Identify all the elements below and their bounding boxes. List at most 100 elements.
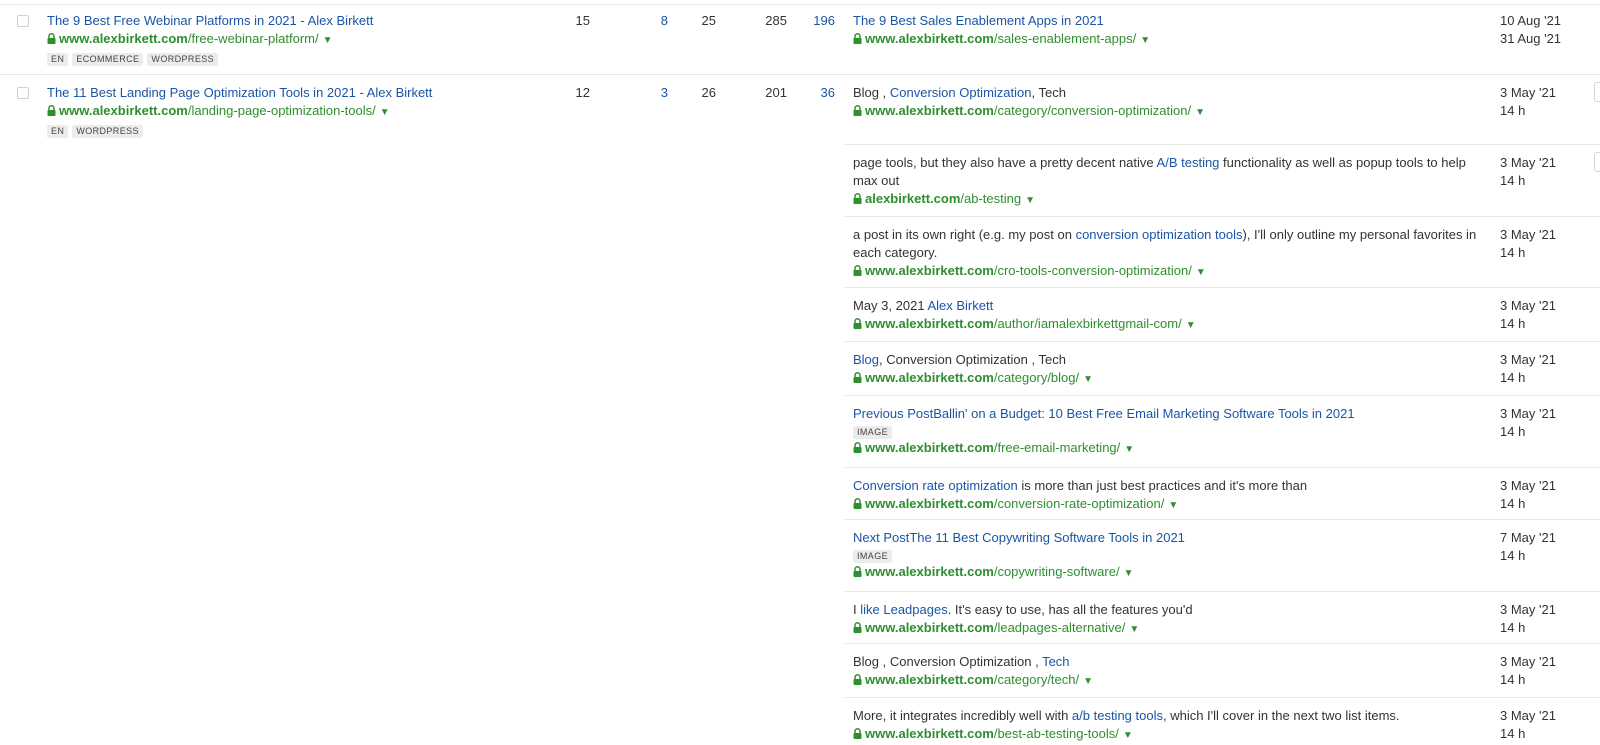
anchor-context: , which I'll cover in the next two list …	[1162, 708, 1400, 723]
lock-icon	[853, 318, 862, 329]
target-url[interactable]: www.alexbirkett.com/copywriting-software…	[853, 563, 1133, 583]
url-path: /free-email-marketing/	[993, 440, 1121, 455]
metric-links[interactable]: 36	[795, 84, 835, 102]
row-action-button[interactable]	[1594, 82, 1600, 102]
tag-badge: WORDPRESS	[72, 125, 143, 138]
anchor-context: page tools, but they also have a pretty …	[853, 155, 1157, 170]
url-domain: alexbirkett.com	[865, 191, 961, 206]
url-domain: www.alexbirkett.com	[865, 620, 994, 635]
first-seen-date: 3 May '21	[1500, 298, 1556, 313]
url-path: /copywriting-software/	[993, 564, 1120, 579]
lock-icon	[853, 193, 862, 204]
anchor-link[interactable]: a/b testing tools	[1072, 708, 1163, 723]
anchor-context: . It's easy to use, has all the features…	[947, 602, 1193, 617]
anchor-link[interactable]: The 9 Best Sales Enablement Apps in 2021	[853, 13, 1104, 28]
dropdown-caret-icon[interactable]: ▼	[1195, 104, 1205, 122]
dropdown-caret-icon[interactable]: ▼	[380, 104, 390, 122]
anchor-text: Blog , Conversion Optimization, Tech	[853, 84, 1478, 102]
url-path: /sales-enablement-apps/	[993, 31, 1137, 46]
anchor-context: Blog ,	[853, 85, 890, 100]
dropdown-caret-icon[interactable]: ▼	[1140, 32, 1150, 50]
lock-icon	[853, 265, 862, 276]
anchor-context: , Tech	[1031, 85, 1066, 100]
anchor-link[interactable]: Next PostThe 11 Best Copywriting Softwar…	[853, 530, 1185, 545]
row-divider	[845, 467, 1600, 468]
anchor-link[interactable]: conversion optimization tools	[1076, 227, 1243, 242]
row-divider	[845, 341, 1600, 342]
seen-ago: 14 h	[1500, 103, 1526, 118]
dropdown-caret-icon[interactable]: ▼	[1196, 264, 1206, 282]
target-url[interactable]: www.alexbirkett.com/free-email-marketing…	[853, 439, 1134, 459]
target-url[interactable]: www.alexbirkett.com/conversion-rate-opti…	[853, 495, 1178, 515]
page-tags: EN WORDPRESS	[47, 122, 147, 138]
target-url[interactable]: www.alexbirkett.com/category/blog/▼	[853, 369, 1093, 389]
target-url[interactable]: www.alexbirkett.com/cro-tools-conversion…	[853, 262, 1206, 282]
dropdown-caret-icon[interactable]: ▼	[1025, 192, 1035, 210]
first-seen-date: 7 May '21	[1500, 530, 1556, 545]
url-domain: www.alexbirkett.com	[865, 316, 994, 331]
row-checkbox[interactable]	[17, 87, 29, 99]
anchor-link[interactable]: Conversion rate optimization	[853, 478, 1018, 493]
first-seen-date: 3 May '21	[1500, 85, 1556, 100]
referring-page-title[interactable]: The 11 Best Landing Page Optimization To…	[47, 84, 432, 102]
anchor-link[interactable]: Alex Birkett	[927, 298, 993, 313]
dropdown-caret-icon[interactable]: ▼	[323, 32, 333, 50]
target-url[interactable]: www.alexbirkett.com/sales-enablement-app…	[853, 30, 1150, 50]
row-divider	[845, 519, 1600, 520]
row-divider	[845, 216, 1600, 217]
referring-page-url[interactable]: www.alexbirkett.com/landing-page-optimiz…	[47, 102, 390, 122]
image-tag: IMAGE	[853, 423, 896, 439]
anchor-context: is more than just best practices and it'…	[1017, 478, 1308, 493]
target-url[interactable]: www.alexbirkett.com/category/conversion-…	[853, 102, 1205, 122]
anchor-link[interactable]: like Leadpages	[860, 602, 947, 617]
referring-page-url[interactable]: www.alexbirkett.com/free-webinar-platfor…	[47, 30, 333, 50]
referring-page-title[interactable]: The 9 Best Free Webinar Platforms in 202…	[47, 12, 373, 30]
lock-icon	[853, 498, 862, 509]
anchor-link[interactable]: Tech	[1042, 654, 1069, 669]
dropdown-caret-icon[interactable]: ▼	[1083, 371, 1093, 389]
anchor-link[interactable]: Conversion Optimization	[890, 85, 1032, 100]
row-divider	[0, 74, 1600, 75]
first-seen-date: 3 May '21	[1500, 478, 1556, 493]
target-url[interactable]: www.alexbirkett.com/leadpages-alternativ…	[853, 619, 1139, 639]
row-action-button[interactable]	[1594, 152, 1600, 172]
metric-external-links[interactable]: 3	[628, 84, 668, 102]
url-path: /ab-testing	[960, 191, 1022, 206]
dropdown-caret-icon[interactable]: ▼	[1123, 727, 1133, 745]
dropdown-caret-icon[interactable]: ▼	[1129, 621, 1139, 639]
anchor-context: a post in its own right (e.g. my post on	[853, 227, 1076, 242]
tag-badge: EN	[47, 125, 69, 138]
row-checkbox[interactable]	[17, 15, 29, 27]
anchor-link[interactable]: Previous PostBallin' on a Budget: 10 Bes…	[853, 406, 1355, 421]
url-domain: www.alexbirkett.com	[865, 564, 994, 579]
row-divider	[845, 144, 1600, 145]
url-path: /leadpages-alternative/	[993, 620, 1126, 635]
url-path: /category/tech/	[993, 672, 1080, 687]
dropdown-caret-icon[interactable]: ▼	[1186, 317, 1196, 335]
dropdown-caret-icon[interactable]: ▼	[1168, 497, 1178, 515]
dropdown-caret-icon[interactable]: ▼	[1124, 441, 1134, 459]
lock-icon	[853, 33, 862, 44]
target-url[interactable]: alexbirkett.com/ab-testing ▼	[853, 190, 1035, 210]
tag-badge: IMAGE	[853, 426, 893, 439]
target-url[interactable]: www.alexbirkett.com/author/iamalexbirket…	[853, 315, 1196, 335]
target-url[interactable]: www.alexbirkett.com/category/tech/▼	[853, 671, 1093, 691]
metric-links[interactable]: 196	[795, 12, 835, 30]
lock-icon	[853, 728, 862, 739]
url-domain: www.alexbirkett.com	[865, 103, 994, 118]
first-seen-date: 3 May '21	[1500, 406, 1556, 421]
anchor-text: page tools, but they also have a pretty …	[853, 154, 1478, 190]
lock-icon	[853, 566, 862, 577]
dropdown-caret-icon[interactable]: ▼	[1083, 673, 1093, 691]
first-seen-date: 3 May '21	[1500, 352, 1556, 367]
target-url[interactable]: www.alexbirkett.com/best-ab-testing-tool…	[853, 725, 1133, 745]
anchor-link[interactable]: Blog	[853, 352, 879, 367]
dropdown-caret-icon[interactable]: ▼	[1124, 565, 1134, 583]
metric-external-links[interactable]: 8	[628, 12, 668, 30]
anchor-text: Blog, Conversion Optimization , Tech	[853, 351, 1478, 369]
row-divider	[845, 643, 1600, 644]
first-seen-date: 3 May '21	[1500, 602, 1556, 617]
lock-icon	[853, 622, 862, 633]
seen-ago: 14 h	[1500, 548, 1526, 563]
anchor-link[interactable]: A/B testing	[1157, 155, 1220, 170]
